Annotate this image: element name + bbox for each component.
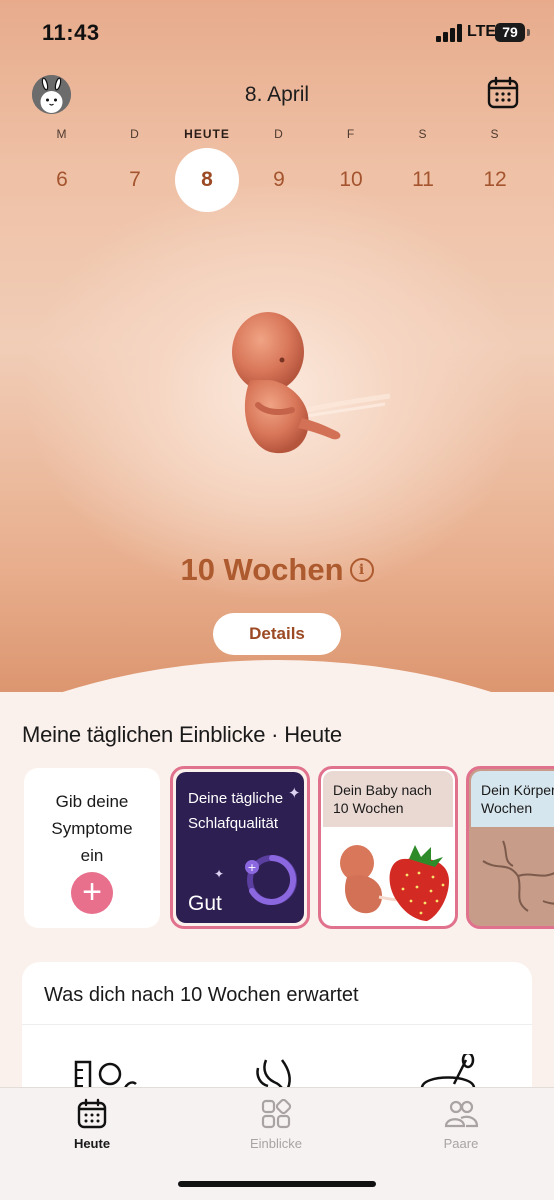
current-date-title: 8. April [244,83,310,106]
tab-paare[interactable]: Paare [401,1098,521,1151]
weekday-label: S [490,127,500,141]
sleep-card-title: Deine tägliche Schlafqualität [188,790,284,832]
insights-carousel[interactable]: Gib deine Symptome ein + Deine tägliche … [0,764,554,934]
grid-icon [261,1098,292,1129]
divider [22,1024,532,1025]
svg-text:+: + [247,861,256,874]
weekday-label-today: HEUTE [184,127,230,141]
veins-illustration [482,840,554,912]
body-card-header: Dein Körper 10 Wochen [471,771,554,827]
sleep-card-body: Deine tägliche Schlafqualität ✦ ✦ + Gut [176,772,304,923]
tab-einblicke[interactable]: Einblicke [216,1098,336,1151]
status-time: 11:43 [42,20,100,45]
weekday-row: M D HEUTE D F S S [0,127,554,143]
weekday-label: S [418,127,428,141]
day-9[interactable]: 9 [247,148,311,212]
expect-title: Was dich nach 10 Wochen erwartet [44,984,359,1006]
plus-icon[interactable]: + [71,872,113,914]
day-12[interactable]: 12 [463,148,527,212]
day-8-selected[interactable]: 8 [175,148,239,212]
weeks-label: 10 Wochen [180,552,344,587]
sleep-value: Gut [188,892,222,915]
battery-icon: 79 [495,23,525,42]
body-card-title: Dein Körper 10 Wochen [481,782,554,816]
baby-week-card[interactable]: Dein Baby nach 10 Wochen [318,766,458,929]
sleep-quality-card[interactable]: Deine tägliche Schlafqualität ✦ ✦ + Gut [170,766,310,929]
day-11[interactable]: 11 [391,148,455,212]
tab-heute[interactable]: Heute [32,1098,152,1151]
hero-curve [0,660,554,692]
network-label: LTE [467,23,497,40]
sparkle-icon: ✦ [288,785,301,802]
details-button[interactable]: Details [213,613,341,655]
battery-tip [527,29,530,36]
weekday-label: D [130,127,140,141]
weekday-label: D [274,127,284,141]
weekday-label: M [56,127,68,141]
insights-title: Meine täglichen Einblicke · Heute [22,722,342,747]
sparkle-icon: ✦ [214,867,225,881]
info-icon[interactable]: i [349,558,374,582]
baby-strawberry-illustration [340,845,449,921]
home-indicator [178,1181,376,1187]
signal-icon [436,24,462,42]
tab-label: Heute [73,1136,111,1151]
status-bar: 11:43 LTE 79 [0,0,554,66]
tab-label: Paare [443,1136,479,1151]
day-10[interactable]: 10 [319,148,383,212]
day-6[interactable]: 6 [30,148,94,212]
day-7[interactable]: 7 [103,148,167,212]
sleep-ring-icon: + [240,848,304,912]
body-week-card[interactable]: Dein Körper 10 Wochen [466,766,554,929]
weekday-label: F [346,127,356,141]
calendar-icon[interactable] [486,76,520,110]
couple-icon [444,1100,478,1128]
baby-card-title: Dein Baby nach 10 Wochen [333,782,432,816]
symptom-card[interactable]: Gib deine Symptome ein + [24,768,160,928]
baby-card-header: Dein Baby nach 10 Wochen [323,771,453,827]
fetus-illustration [200,300,410,470]
day-selector: 6 7 8 9 10 11 12 [0,148,554,212]
calendar-icon [77,1098,107,1129]
pregnancy-weeks: 10 Wochen i [0,552,554,588]
tab-label: Einblicke [249,1136,303,1151]
symptom-card-text: Gib deine Symptome ein [51,792,133,865]
hero-section: 11:43 LTE 79 8. April M D HEUTE D F S S … [0,0,554,692]
